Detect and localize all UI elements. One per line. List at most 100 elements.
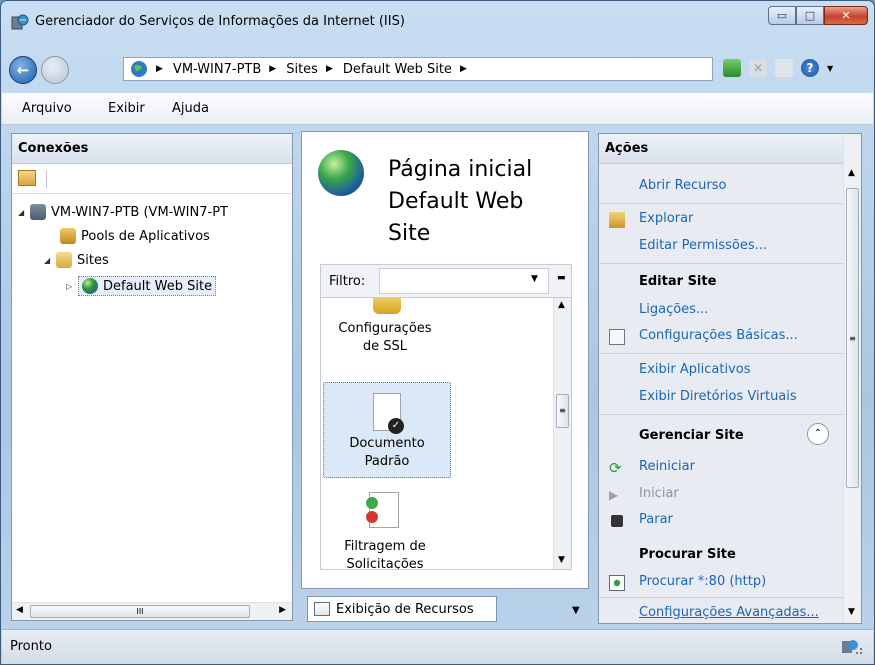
action-browse-port-80[interactable]: Procurar *:80 (http) — [639, 574, 766, 589]
features-scroll-thumb[interactable]: ≡ — [556, 394, 569, 428]
action-open-feature[interactable]: Abrir Recurso — [639, 178, 726, 193]
back-arrow-icon: ← — [16, 61, 30, 79]
minimize-button[interactable]: ▭ — [768, 6, 796, 25]
tree-app-pools-node[interactable]: Pools de Aplicativos — [60, 228, 210, 244]
filter-dropdown-icon[interactable]: ▼ — [531, 274, 538, 284]
action-bindings[interactable]: Ligações... — [639, 302, 708, 317]
expand-icon[interactable]: ▷ — [66, 282, 78, 291]
check-badge-icon: ✓ — [388, 418, 404, 434]
feature-request-filtering-line1: Filtragem de — [344, 539, 426, 554]
home-pane: Página inicial Default Web Site Filtro: … — [301, 131, 589, 589]
filter-scroll-icon[interactable]: ▬ — [557, 273, 566, 283]
home-icon[interactable] — [775, 59, 793, 77]
scroll-up-icon[interactable]: ▲ — [848, 168, 855, 178]
home-title-line2: Default Web — [388, 189, 524, 214]
menu-bar: Arquivo Exibir Ajuda — [2, 93, 873, 125]
action-explore[interactable]: Explorar — [639, 211, 693, 226]
breadcrumb-sites[interactable]: Sites — [286, 62, 318, 77]
refresh-icon[interactable] — [723, 59, 741, 77]
menu-file[interactable]: Arquivo — [22, 101, 72, 116]
help-dropdown-icon[interactable]: ▼ — [827, 64, 833, 73]
browse-icon — [609, 575, 625, 591]
help-icon[interactable]: ? — [801, 59, 819, 77]
connections-horizontal-scrollbar[interactable]: ◀ III ▶ — [12, 602, 292, 620]
tree-sites-node[interactable]: ◢ Sites — [44, 252, 109, 268]
feature-request-filtering-line2: Solicitações — [346, 557, 424, 570]
breadcrumb-server[interactable]: VM-WIN7-PTB — [173, 62, 261, 77]
actions-scroll-thumb[interactable]: ≡ — [846, 188, 859, 488]
feature-request-filtering[interactable]: Filtragem de Solicitações — [321, 538, 449, 570]
stop-icon[interactable]: ✕ — [749, 59, 767, 77]
sites-folder-icon — [56, 252, 72, 268]
tree-default-site-node[interactable]: ▷ Default Web Site — [66, 276, 217, 296]
tree-sites-label: Sites — [77, 252, 109, 268]
action-view-virtual-directories[interactable]: Exibir Diretórios Virtuais — [639, 389, 797, 404]
actions-divider — [599, 597, 845, 598]
app-pool-icon — [60, 228, 76, 244]
action-advanced-settings[interactable]: Configurações Avançadas... — [639, 605, 819, 620]
collapse-icon[interactable]: ◢ — [44, 256, 56, 265]
filter-input[interactable] — [379, 268, 549, 294]
scroll-thumb[interactable]: III — [30, 605, 250, 618]
connection-status-icon — [842, 640, 862, 654]
server-icon — [30, 204, 46, 220]
scroll-down-icon[interactable]: ▼ — [558, 555, 565, 565]
default-document-icon: ✓ — [373, 393, 404, 434]
stop-square-icon — [611, 515, 623, 527]
title-bar[interactable]: Gerenciador do Serviços de Informações d… — [1, 1, 874, 47]
tree-server-node[interactable]: ◢ VM-WIN7-PTB (VM-WIN7-PT — [18, 204, 228, 220]
window-title: Gerenciador do Serviços de Informações d… — [35, 14, 405, 29]
feature-ssl-settings[interactable]: Configurações de SSL — [321, 320, 449, 356]
connections-pane: Conexões ◢ VM-WIN7-PTB (VM-WIN7-PT Pools… — [11, 133, 293, 621]
actions-vertical-scrollbar[interactable]: ▲ ≡ ▼ — [843, 134, 861, 623]
crumb-arrow-icon[interactable]: ▶ — [460, 64, 467, 74]
menu-view[interactable]: Exibir — [108, 101, 145, 116]
feature-default-document[interactable]: ✓ Documento Padrão — [323, 382, 451, 478]
features-view-label: Exibição de Recursos — [336, 601, 474, 617]
globe-icon — [131, 61, 147, 77]
home-title-line1: Página inicial — [388, 157, 533, 182]
toolbar-divider — [46, 170, 47, 188]
address-bar[interactable]: ▶ VM-WIN7-PTB ▶ Sites ▶ Default Web Site… — [123, 57, 713, 81]
connections-toolbar — [12, 164, 292, 194]
status-bar: Pronto — [2, 629, 873, 664]
status-text: Pronto — [10, 639, 52, 654]
breadcrumb-default-site[interactable]: Default Web Site — [343, 62, 452, 77]
action-basic-settings[interactable]: Configurações Básicas... — [639, 328, 798, 343]
iis-manager-window: Gerenciador do Serviços de Informações d… — [0, 0, 875, 665]
menu-help[interactable]: Ajuda — [172, 101, 209, 116]
action-edit-permissions[interactable]: Editar Permissões... — [639, 238, 767, 253]
collapse-section-icon[interactable]: ⌃ — [807, 423, 829, 445]
features-view-tab[interactable]: Exibição de Recursos — [307, 596, 497, 622]
close-button[interactable]: ✕ — [824, 6, 868, 25]
action-view-applications[interactable]: Exibir Aplicativos — [639, 362, 750, 377]
back-button[interactable]: ← — [9, 56, 37, 84]
feature-ssl-line1: Configurações — [338, 321, 432, 336]
actions-divider — [599, 414, 845, 415]
feature-default-document-line2: Padrão — [364, 454, 410, 469]
action-stop[interactable]: Parar — [639, 512, 673, 527]
crumb-arrow-icon: ▶ — [156, 64, 163, 74]
action-restart[interactable]: Reiniciar — [639, 459, 695, 474]
new-connection-icon[interactable] — [18, 170, 36, 186]
actions-divider — [599, 353, 845, 354]
scroll-left-icon[interactable]: ◀ — [16, 605, 23, 615]
website-globe-icon — [82, 278, 98, 294]
collapse-icon[interactable]: ◢ — [18, 208, 30, 217]
actions-header: Ações — [599, 134, 861, 164]
maximize-button[interactable]: □ — [796, 6, 824, 25]
selected-site[interactable]: Default Web Site — [78, 276, 217, 296]
explore-icon — [609, 212, 625, 228]
scroll-up-icon[interactable]: ▲ — [558, 300, 565, 310]
browse-site-heading: Procurar Site — [639, 547, 736, 562]
edit-site-heading: Editar Site — [639, 274, 717, 289]
view-tabs-scroll-icon[interactable]: ▼ — [572, 605, 580, 616]
forward-button[interactable]: → — [41, 56, 69, 84]
tree-default-site-label: Default Web Site — [103, 278, 213, 294]
tree-app-pools-label: Pools de Aplicativos — [81, 228, 210, 244]
iis-app-icon — [11, 14, 29, 30]
scroll-down-icon[interactable]: ▼ — [848, 607, 855, 617]
features-vertical-scrollbar[interactable]: ▲ ≡ ▼ — [553, 298, 571, 569]
scroll-right-icon[interactable]: ▶ — [279, 605, 286, 615]
filter-bar: Filtro: ▼ ▬ — [320, 264, 572, 298]
